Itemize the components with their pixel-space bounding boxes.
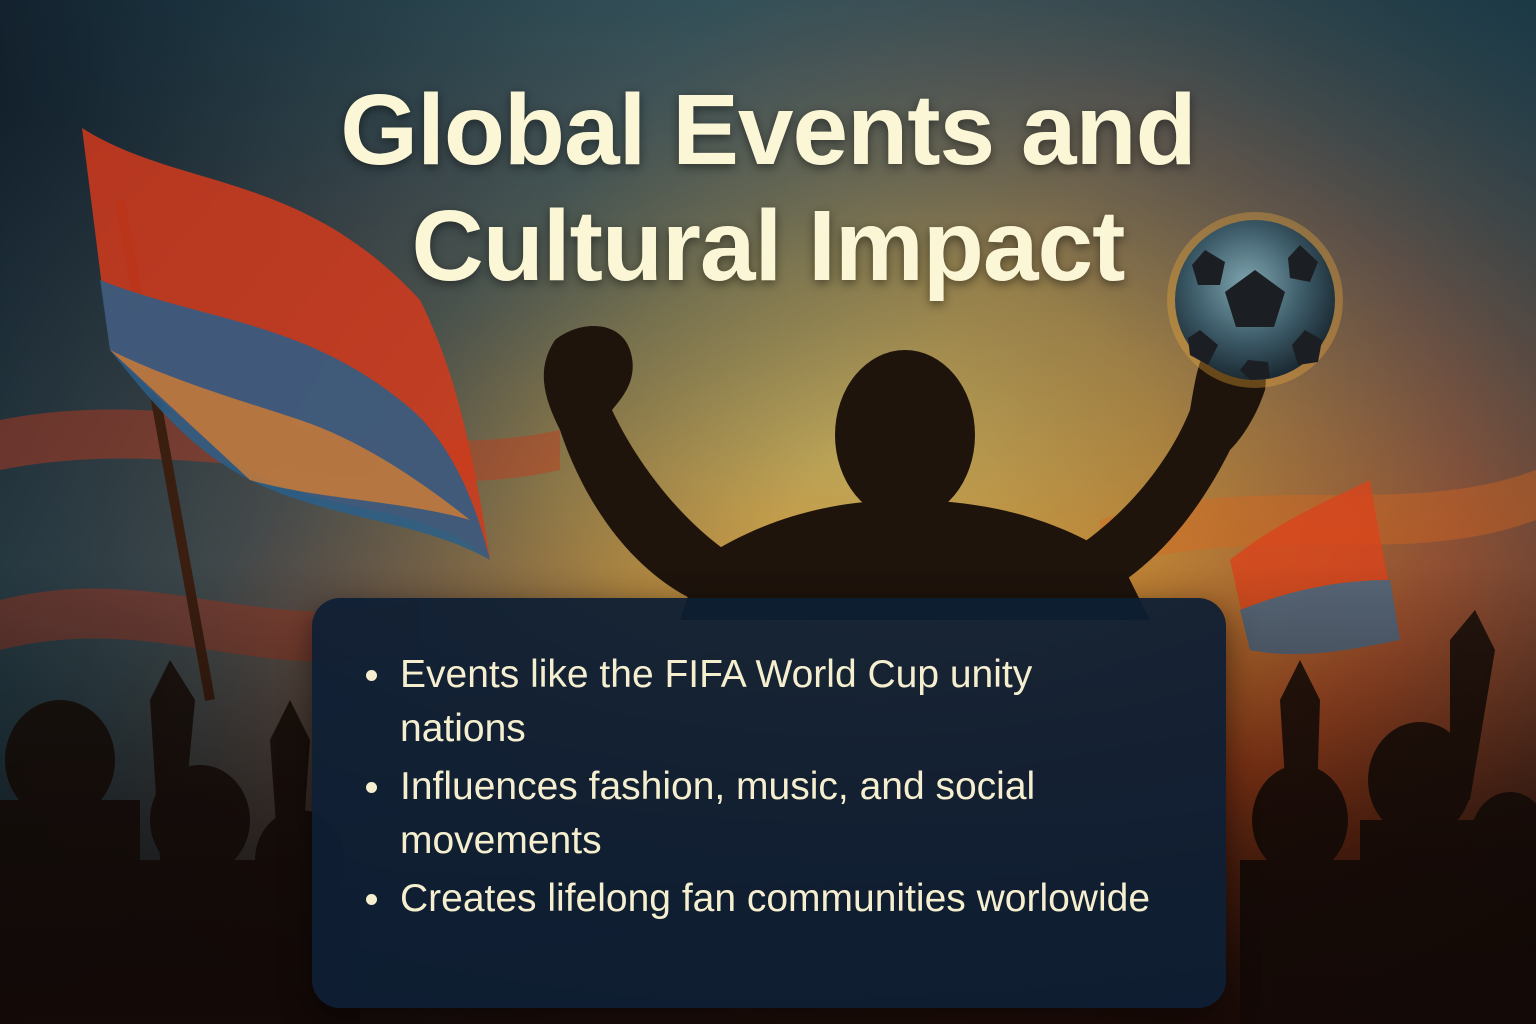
bullet-item: Influences fashion, music, and social mo… — [366, 760, 1166, 868]
slide-title: Global Events and Cultural Impact — [0, 72, 1536, 304]
title-line-1: Global Events and — [340, 74, 1196, 186]
title-line-2: Cultural Impact — [411, 190, 1126, 302]
slide: Global Events and Cultural Impact Events… — [0, 0, 1536, 1024]
bullet-card: Events like the FIFA World Cup unity nat… — [312, 598, 1226, 1008]
bullet-item: Events like the FIFA World Cup unity nat… — [366, 648, 1166, 756]
bullet-list: Events like the FIFA World Cup unity nat… — [312, 598, 1226, 926]
bullet-item: Creates lifelong fan communities worlowi… — [366, 872, 1166, 926]
